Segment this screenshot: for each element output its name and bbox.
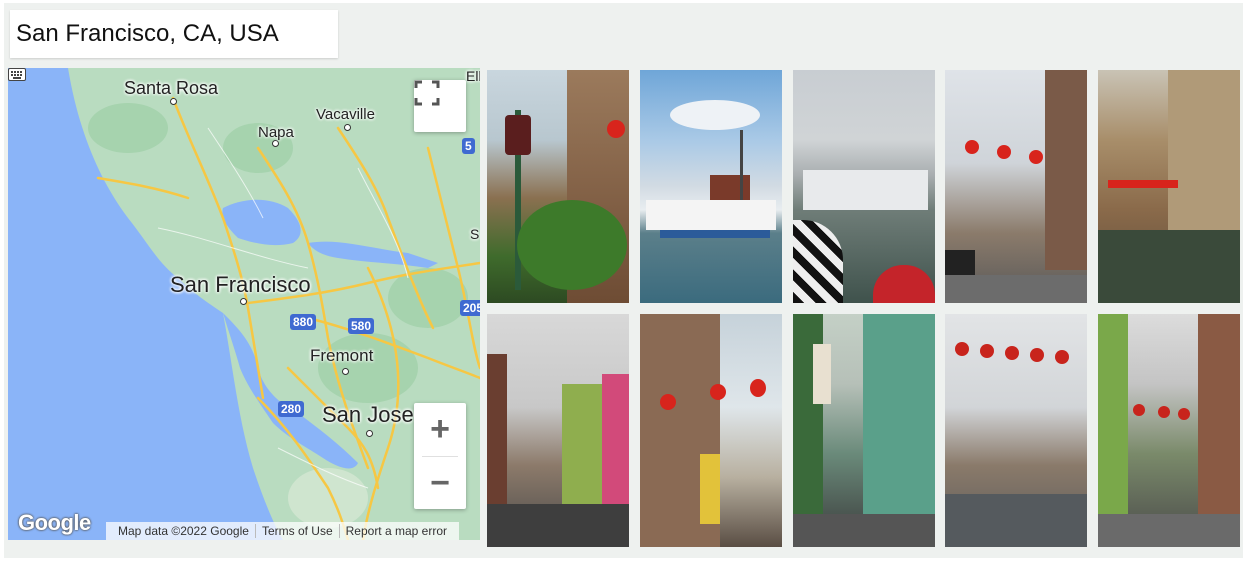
city-label: San Francisco xyxy=(170,272,311,297)
keyboard-icon[interactable] xyxy=(8,68,26,81)
map-footer: Map data ©2022 Google Terms of Use Repor… xyxy=(106,522,459,540)
city-label: Fremont xyxy=(310,346,374,365)
zoom-control: + − xyxy=(414,403,466,509)
location-title: San Francisco, CA, USA xyxy=(10,10,338,58)
city-dot xyxy=(240,298,247,305)
photo-thumbnail[interactable] xyxy=(1098,70,1240,303)
city-dot xyxy=(344,124,351,131)
zoom-out-button[interactable]: − xyxy=(414,457,466,509)
photo-thumbnail[interactable] xyxy=(793,314,935,547)
map-data-attribution: Map data ©2022 Google xyxy=(118,524,249,538)
google-logo[interactable]: Google xyxy=(18,510,91,536)
edge-label: S xyxy=(470,226,480,242)
photo-thumbnail[interactable] xyxy=(793,70,935,303)
photo-thumbnail[interactable] xyxy=(945,70,1087,303)
highway-shield: 280 xyxy=(278,401,305,417)
minus-icon: − xyxy=(430,464,450,502)
map[interactable]: Santa Rosa Napa Vacaville San Francisco … xyxy=(8,68,480,540)
city-dot xyxy=(170,98,177,105)
highway-shield: 580 xyxy=(348,318,375,334)
plus-icon: + xyxy=(430,410,450,448)
city-label: San Jose xyxy=(322,402,414,427)
edge-label: Elk xyxy=(466,68,480,84)
city-dot xyxy=(366,430,373,437)
terms-of-use-link[interactable]: Terms of Use xyxy=(254,524,339,538)
photo-thumbnail[interactable] xyxy=(640,314,782,547)
zoom-in-button[interactable]: + xyxy=(414,403,466,455)
city-label: Santa Rosa xyxy=(124,78,219,98)
city-label: Napa xyxy=(258,124,294,141)
city-label: Vacaville xyxy=(316,106,375,123)
photo-thumbnail[interactable] xyxy=(487,314,629,547)
report-map-error-link[interactable]: Report a map error xyxy=(338,524,453,538)
photo-thumbnail[interactable] xyxy=(945,314,1087,547)
city-dot xyxy=(272,140,279,147)
highway-shield: 5 xyxy=(462,138,475,154)
city-dot xyxy=(342,368,349,375)
photo-thumbnail[interactable] xyxy=(487,70,629,303)
fullscreen-button[interactable] xyxy=(414,80,466,132)
photo-thumbnail[interactable] xyxy=(640,70,782,303)
highway-shield: 205 xyxy=(460,300,480,316)
photo-grid xyxy=(487,70,1240,547)
highway-shield: 880 xyxy=(290,314,317,330)
fullscreen-icon xyxy=(414,80,440,106)
photo-thumbnail[interactable] xyxy=(1098,314,1240,547)
